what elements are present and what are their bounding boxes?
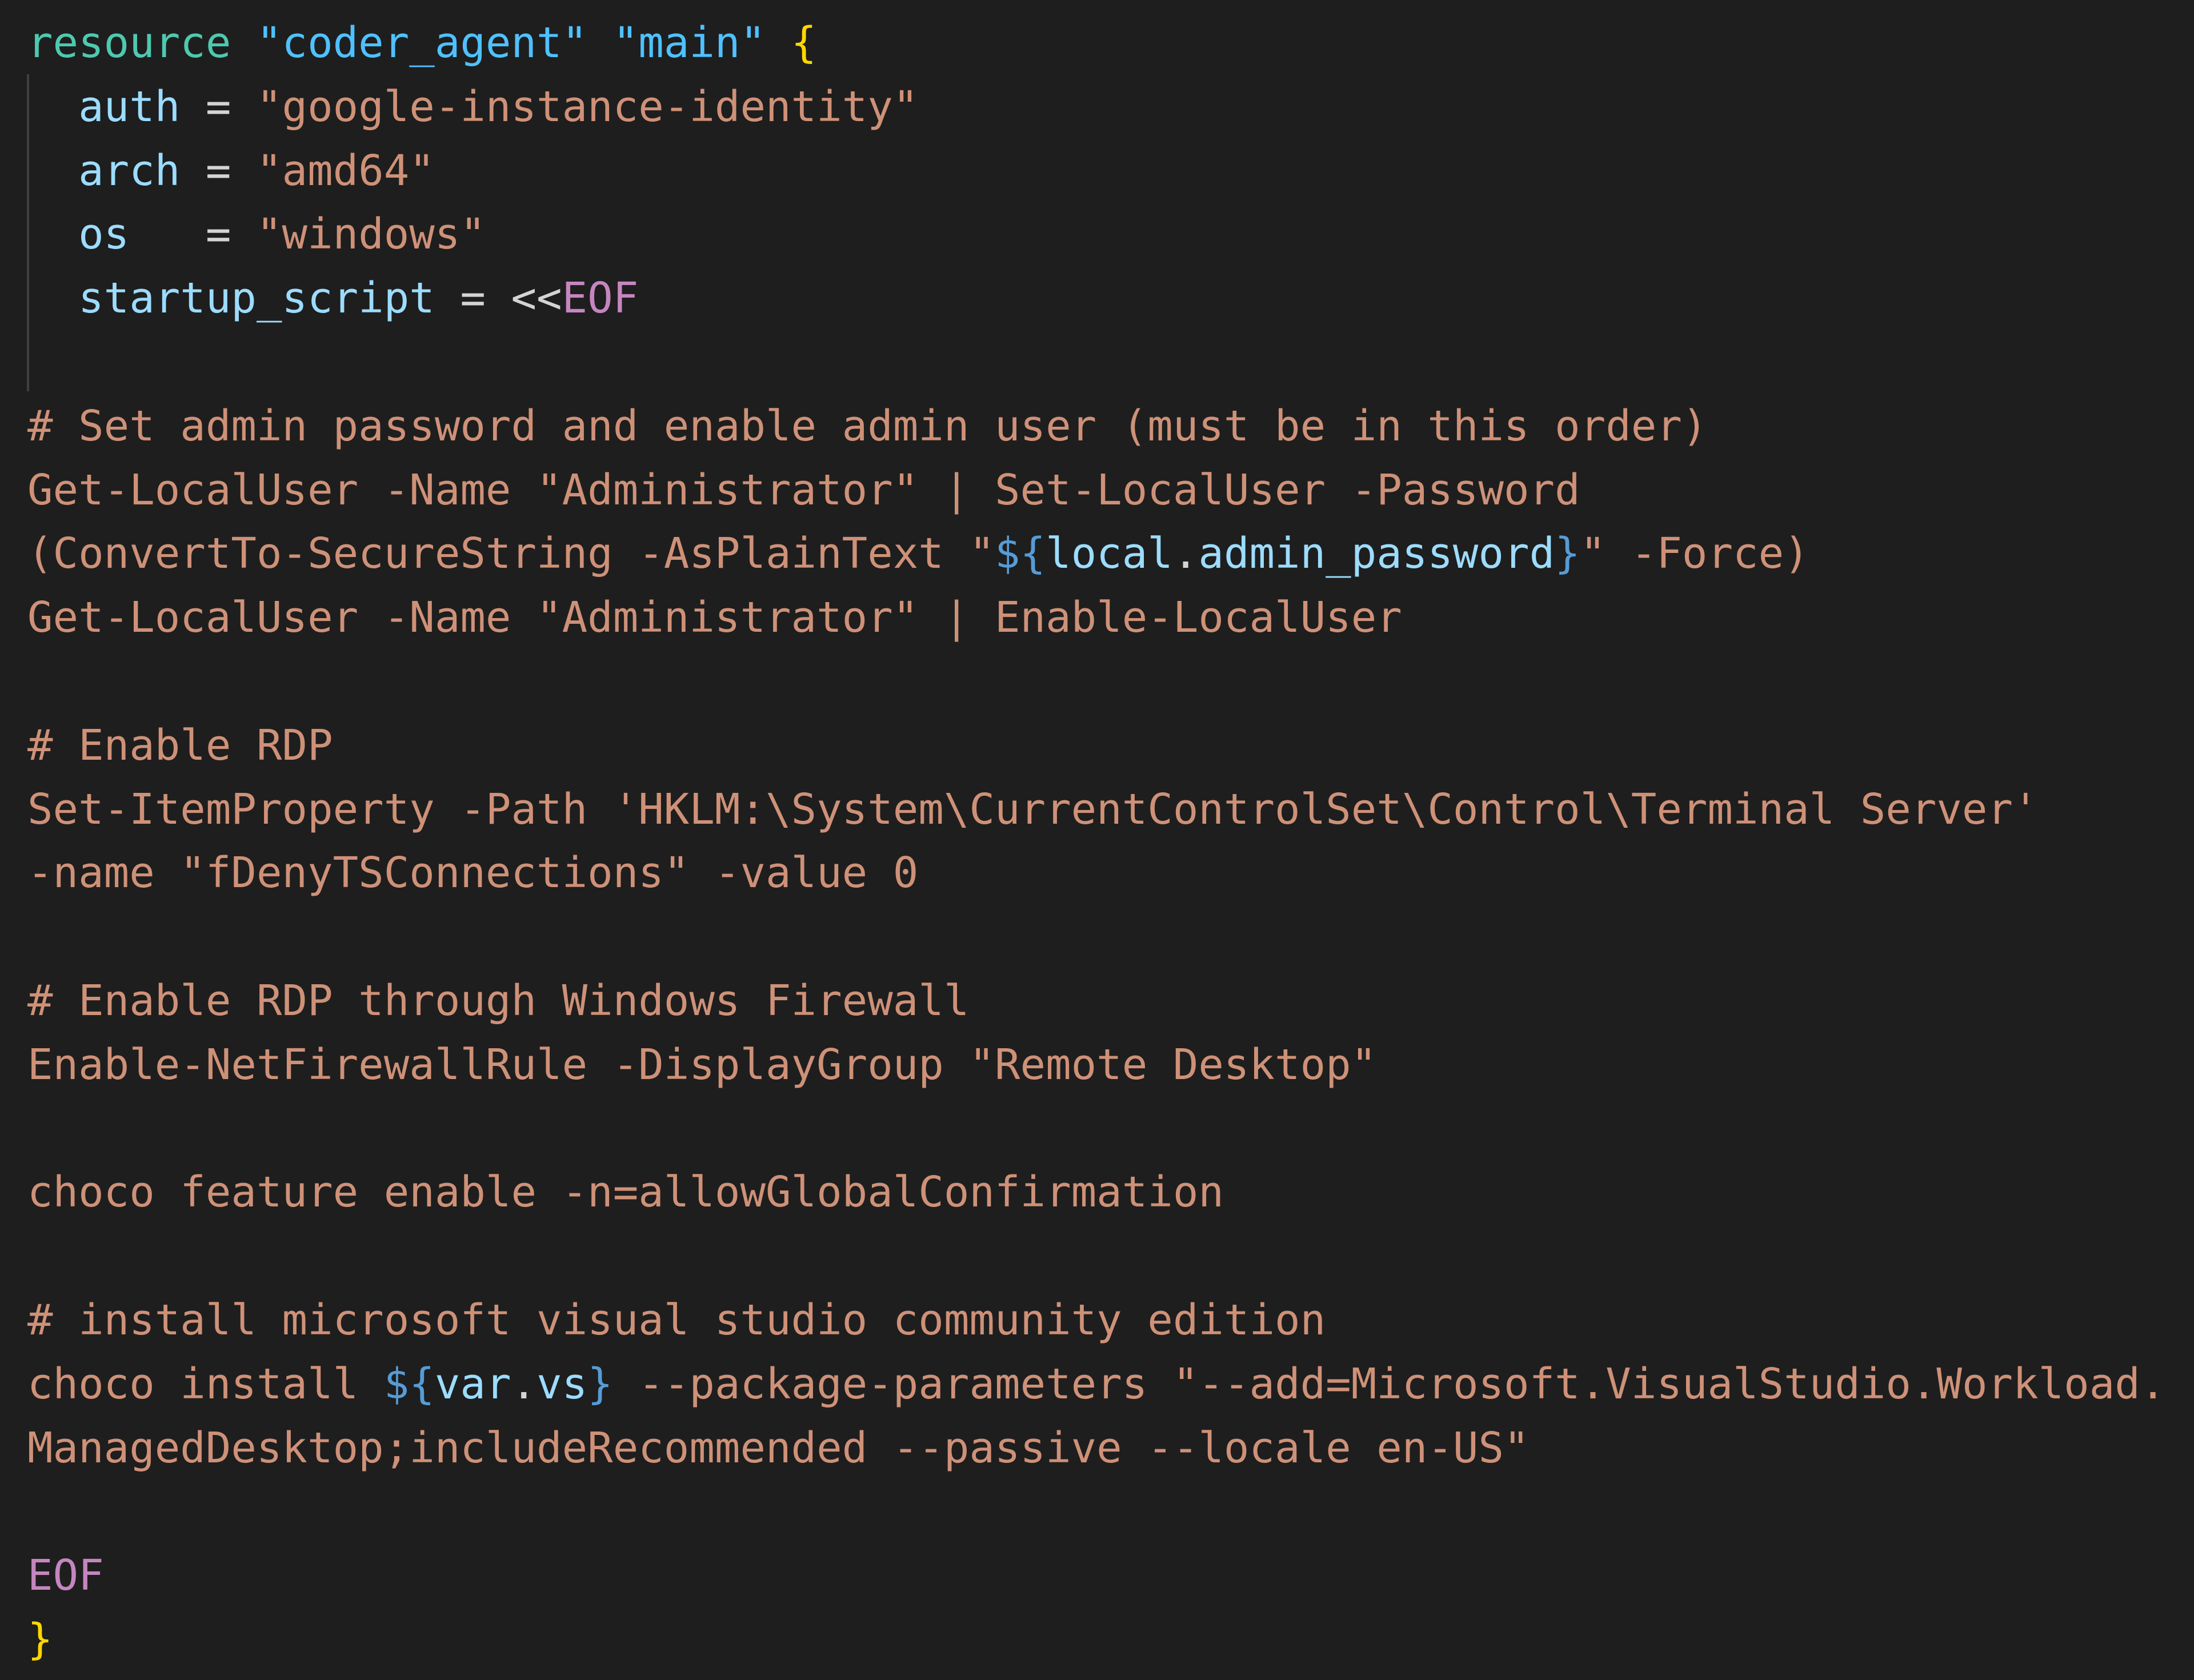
code-line[interactable]: ManagedDesktop;includeRecommended --pass… (27, 1417, 1530, 1479)
code-token: = (180, 146, 257, 195)
code-token: (ConvertTo-SecureString -AsPlainText " (27, 529, 995, 579)
code-line[interactable]: } (27, 1608, 53, 1671)
code-token: "amd64" (256, 146, 435, 195)
code-token: . (1172, 529, 1199, 579)
code-token: Enable-NetFirewallRule -DisplayGroup "Re… (27, 1040, 1377, 1089)
code-line[interactable]: # Enable RDP through Windows Firewall (27, 969, 969, 1032)
code-token: admin_password (1198, 529, 1555, 579)
code-line[interactable]: Get-LocalUser -Name "Administrator" | En… (27, 586, 1402, 649)
code-token: # Enable RDP through Windows Firewall (27, 976, 970, 1025)
code-line[interactable]: # install microsoft visual studio commun… (27, 1289, 1326, 1352)
code-token: = (129, 210, 257, 259)
code-token: = << (434, 274, 562, 323)
code-token: -name "fDenyTSConnections" -value 0 (27, 848, 919, 898)
code-token: # Enable RDP (27, 720, 333, 770)
code-token: = (180, 82, 257, 131)
code-token: resource (27, 18, 257, 67)
code-token: --package-parameters "--add=Microsoft.Vi… (612, 1359, 2166, 1409)
code-token: ${ (994, 529, 1046, 579)
code-line[interactable]: Enable-NetFirewallRule -DisplayGroup "Re… (27, 1033, 1376, 1096)
code-line[interactable]: startup_script = <<EOF (27, 267, 638, 330)
code-line[interactable]: Get-LocalUser -Name "Administrator" | Se… (27, 459, 1580, 522)
code-line[interactable]: (ConvertTo-SecureString -AsPlainText "${… (27, 522, 1809, 585)
code-token: EOF (27, 1551, 104, 1601)
code-token: "windows" (256, 210, 486, 259)
code-editor[interactable]: resource "coder_agent" "main" { auth = "… (0, 0, 2194, 1680)
code-token: ManagedDesktop;includeRecommended --pass… (27, 1423, 1530, 1473)
code-token: } (27, 1615, 53, 1664)
code-token: var (434, 1359, 511, 1409)
code-token: choco feature enable -n=allowGlobalConfi… (27, 1168, 1224, 1217)
code-line[interactable]: # Set admin password and enable admin us… (27, 395, 1707, 458)
code-token: local (1046, 529, 1173, 579)
code-line[interactable]: os = "windows" (27, 203, 486, 266)
code-token: "coder_agent" (256, 18, 588, 67)
code-line[interactable]: Set-ItemProperty -Path 'HKLM:\System\Cur… (27, 778, 2039, 841)
code-line[interactable]: EOF (27, 1544, 104, 1607)
code-token: choco install (27, 1359, 384, 1409)
code-line[interactable]: resource "coder_agent" "main" { (27, 11, 816, 74)
code-token: { (791, 18, 817, 67)
code-token: ${ (383, 1359, 435, 1409)
code-token: "main" (612, 18, 766, 67)
code-token: os (27, 210, 130, 259)
code-line[interactable]: auth = "google-instance-identity" (27, 75, 918, 138)
code-token: Get-LocalUser -Name "Administrator" | En… (27, 593, 1402, 643)
code-token: } (587, 1359, 613, 1409)
code-line[interactable]: -name "fDenyTSConnections" -value 0 (27, 841, 918, 904)
code-token: startup_script (27, 274, 435, 323)
code-token: # install microsoft visual studio commun… (27, 1296, 1326, 1345)
code-token: "google-instance-identity" (256, 82, 919, 131)
code-line[interactable]: arch = "amd64" (27, 139, 435, 202)
code-line[interactable]: choco install ${var.vs} --package-parame… (27, 1353, 2165, 1416)
code-line[interactable]: # Enable RDP (27, 714, 333, 777)
code-token: vs (537, 1359, 588, 1409)
code-token: Set-ItemProperty -Path 'HKLM:\System\Cur… (27, 784, 2039, 834)
code-token: # Set admin password and enable admin us… (27, 401, 1708, 451)
code-line[interactable]: choco feature enable -n=allowGlobalConfi… (27, 1161, 1224, 1224)
code-token: . (511, 1359, 537, 1409)
code-token: " -Force) (1580, 529, 1809, 579)
code-token: auth (27, 82, 181, 131)
code-token: arch (27, 146, 181, 195)
code-token: Get-LocalUser -Name "Administrator" | Se… (27, 465, 1580, 515)
code-token: EOF (562, 274, 639, 323)
code-token: } (1555, 529, 1580, 579)
